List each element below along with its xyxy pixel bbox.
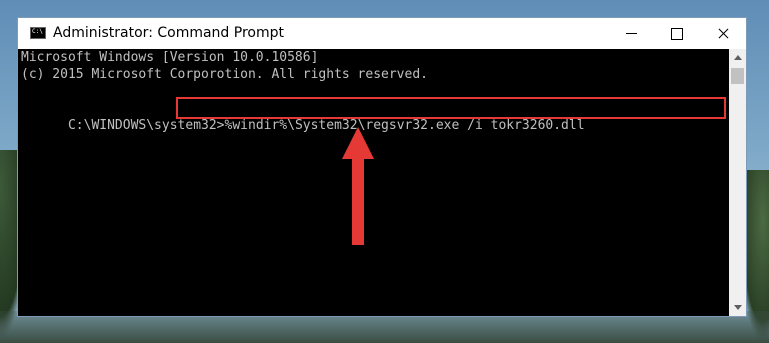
console-output[interactable]: Microsoft Windows [Version 10.0.10586] (… <box>18 49 729 316</box>
console-command[interactable]: %windir%\System32\regsvr32.exe /i tokr32… <box>225 118 585 133</box>
command-prompt-window[interactable]: Administrator: Command Prompt Microsoft … <box>17 17 747 317</box>
command-highlight-box <box>176 97 726 119</box>
maximize-button[interactable] <box>654 18 700 49</box>
console-line-copyright: (c) 2015 Microsoft Corporotion. All righ… <box>21 67 428 82</box>
minimize-button[interactable] <box>608 18 654 49</box>
vertical-scrollbar[interactable] <box>729 49 746 316</box>
close-button[interactable] <box>700 18 746 49</box>
console-line-version: Microsoft Windows [Version 10.0.10586] <box>21 50 319 65</box>
red-up-arrow-icon <box>342 127 374 245</box>
window-controls <box>608 18 746 49</box>
scrollbar-thumb[interactable] <box>731 68 744 84</box>
cmd-icon <box>30 27 46 39</box>
console-prompt: C:\WINDOWS\system32> <box>67 118 225 133</box>
scroll-down-icon[interactable] <box>729 299 746 316</box>
window-title: Administrator: Command Prompt <box>53 25 284 41</box>
scroll-up-icon[interactable] <box>729 49 746 66</box>
title-bar[interactable]: Administrator: Command Prompt <box>18 18 746 49</box>
